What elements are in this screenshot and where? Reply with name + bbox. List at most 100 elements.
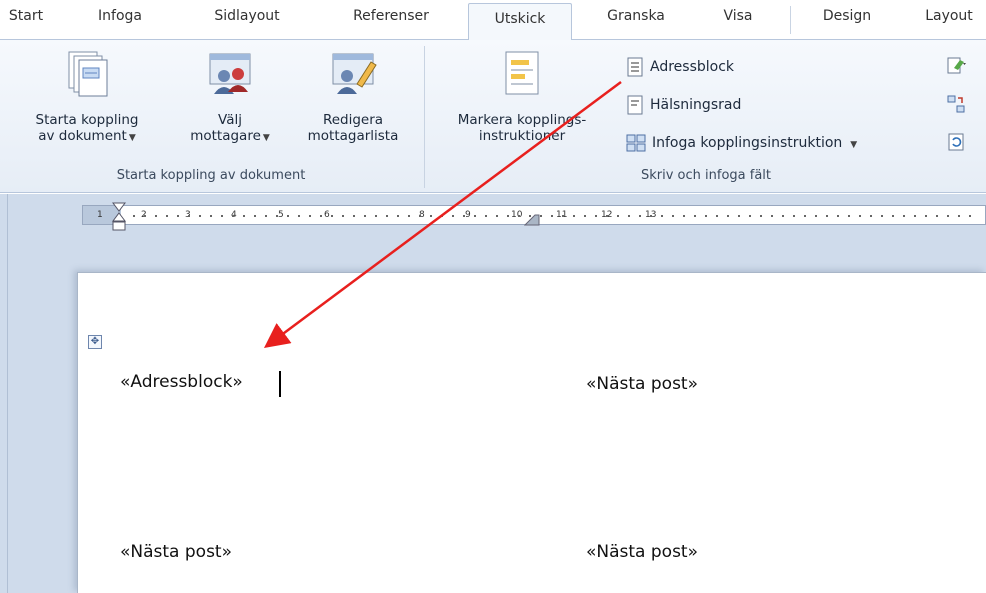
tab-granska[interactable]: Granska — [590, 0, 682, 40]
ruler-tick — [364, 215, 366, 217]
chevron-down-icon: ▼ — [262, 133, 270, 143]
ruler-tick — [430, 215, 432, 217]
ruler-number: 9 — [465, 210, 471, 220]
ruler-tick — [650, 215, 652, 217]
ruler-tick — [661, 215, 663, 217]
ruler-tick — [474, 215, 476, 217]
start-mail-merge-label-2: av dokument — [38, 128, 127, 144]
edit-recipient-list-button[interactable]: Redigera mottagarlista — [290, 50, 416, 144]
ruler-tick — [518, 215, 520, 217]
ruler-tick — [133, 215, 135, 217]
group-label-start-merge: Starta koppling av dokument — [116, 168, 306, 183]
insert-merge-field-button[interactable]: Infoga kopplingsinstruktion ▼ — [626, 132, 857, 154]
ruler-tick — [320, 215, 322, 217]
ruler-tick — [375, 215, 377, 217]
indent-marker-icon[interactable] — [112, 202, 126, 232]
edit-recipient-list-label-2: mottagarlista — [307, 128, 399, 144]
chevron-down-icon: ▼ — [128, 133, 136, 143]
ruler-tick — [408, 215, 410, 217]
merge-field-next-record[interactable]: «Nästa post» — [586, 542, 698, 562]
ruler-tick — [727, 215, 729, 217]
ribbon-tab-bar: Start Infoga Sidlayout Referenser Utskic… — [0, 0, 986, 41]
address-block-button[interactable]: Adressblock — [626, 56, 734, 78]
ruler-tick — [232, 215, 234, 217]
ruler-tick — [826, 215, 828, 217]
tab-utskick[interactable]: Utskick — [468, 3, 572, 41]
ruler-tick — [463, 215, 465, 217]
ruler-tick — [859, 215, 861, 217]
tab-infoga[interactable]: Infoga — [84, 0, 156, 40]
insert-field-icon — [626, 134, 646, 152]
ruler-tick — [386, 215, 388, 217]
left-scroll-edge — [0, 194, 8, 593]
tab-referenser[interactable]: Referenser — [330, 0, 452, 40]
tab-sidlayout[interactable]: Sidlayout — [196, 0, 298, 40]
ruler-tick — [551, 215, 553, 217]
ruler-tick — [606, 215, 608, 217]
ruler-tick — [705, 215, 707, 217]
ruler-tick — [958, 215, 960, 217]
insert-merge-field-label: Infoga kopplingsinstruktion — [652, 135, 843, 151]
ruler-tick — [331, 215, 333, 217]
ruler-tick — [914, 215, 916, 217]
table-move-handle-icon[interactable]: ✥ — [88, 335, 102, 349]
ruler-tick — [969, 215, 971, 217]
ruler-tick — [694, 215, 696, 217]
ruler-tick — [221, 215, 223, 217]
highlight-fields-label-1: Markera kopplings- — [457, 112, 587, 128]
ruler-tick — [298, 215, 300, 217]
ruler-tick — [947, 215, 949, 217]
ruler-tick — [276, 215, 278, 217]
tab-start[interactable]: Start — [4, 0, 48, 40]
ruler-tick — [540, 215, 542, 217]
update-labels-icon[interactable] — [946, 132, 966, 152]
tab-design[interactable]: Design — [806, 0, 888, 40]
ruler-tick — [617, 215, 619, 217]
ruler-tick — [716, 215, 718, 217]
start-mail-merge-label-1: Starta koppling — [35, 112, 139, 128]
select-recipients-label-1: Välj — [218, 112, 242, 128]
chevron-down-icon: ▼ — [850, 140, 858, 150]
ruler-tick — [507, 215, 509, 217]
ruler-tick — [925, 215, 927, 217]
text-cursor — [279, 371, 281, 397]
ruler-tick — [760, 215, 762, 217]
merge-field-next-record[interactable]: «Nästa post» — [120, 542, 232, 562]
ruler-number: 10 — [511, 210, 523, 220]
ruler-tick — [628, 215, 630, 217]
rules-icon[interactable] — [946, 56, 968, 76]
ruler-tick — [254, 215, 256, 217]
highlight-merge-fields-button[interactable]: Markera kopplings- instruktioner — [432, 50, 612, 144]
start-mail-merge-button[interactable]: Starta koppling av dokument ▼ — [6, 50, 168, 146]
ruler-number: 6 — [324, 210, 330, 220]
ruler-tick — [573, 215, 575, 217]
merge-field-address-block[interactable]: «Adressblock» — [120, 372, 243, 392]
greeting-line-icon — [627, 95, 643, 115]
highlight-fields-icon — [505, 51, 539, 95]
column-marker-icon[interactable] — [524, 214, 540, 226]
address-block-icon — [627, 57, 643, 77]
ruler-tick — [892, 215, 894, 217]
tab-visa[interactable]: Visa — [706, 0, 770, 40]
ruler-tick — [188, 215, 190, 217]
match-fields-icon[interactable] — [946, 94, 966, 114]
highlight-fields-label-2: instruktioner — [478, 128, 566, 144]
ruler-tick — [243, 215, 245, 217]
tab-layout[interactable]: Layout — [912, 0, 986, 40]
greeting-line-button[interactable]: Hälsningsrad — [626, 94, 741, 116]
ruler-tick — [936, 215, 938, 217]
ruler-tick — [155, 215, 157, 217]
ruler-number: 5 — [278, 210, 284, 220]
ruler-tick — [353, 215, 355, 217]
ruler-tick — [782, 215, 784, 217]
select-recipients-button[interactable]: Välj mottagare ▼ — [176, 50, 284, 146]
ruler-tick — [485, 215, 487, 217]
edit-recipient-list-label-1: Redigera — [322, 112, 384, 128]
document-stack-icon — [68, 51, 108, 97]
group-label-write-insert: Skriv och infoga fält — [640, 168, 772, 183]
merge-field-next-record[interactable]: «Nästa post» — [586, 374, 698, 394]
ruler-tick — [562, 215, 564, 217]
ruler-tick — [342, 215, 344, 217]
ruler-tick — [584, 215, 586, 217]
ruler-tick — [309, 215, 311, 217]
